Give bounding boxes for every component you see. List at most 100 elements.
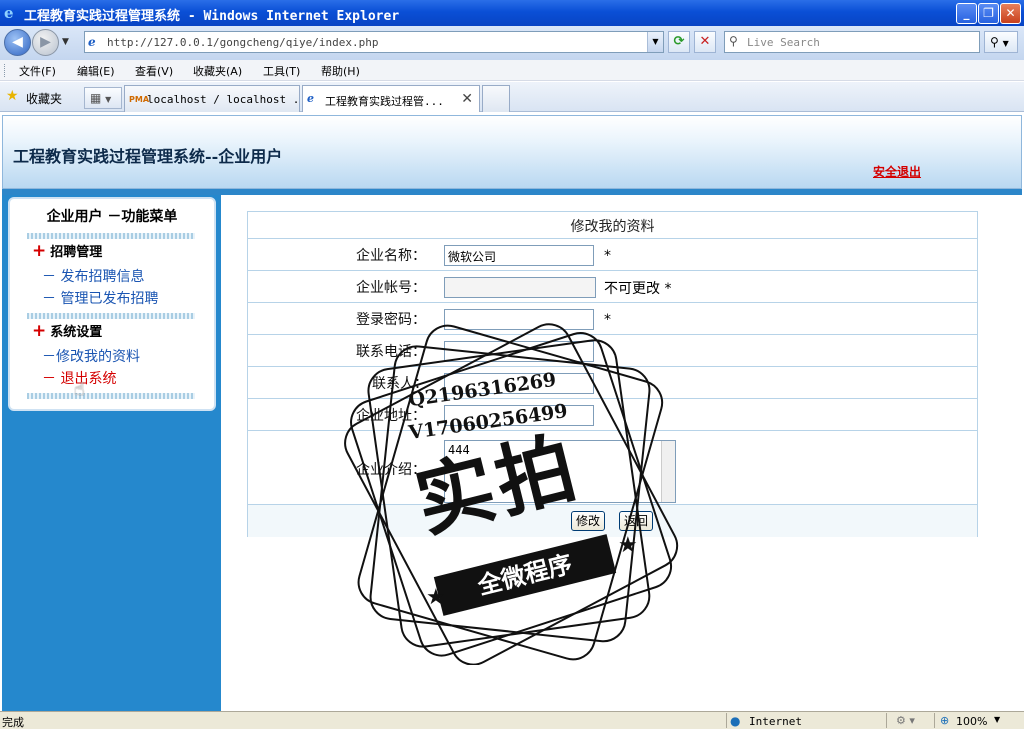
submit-button[interactable]: 修改: [571, 511, 606, 531]
tab-label: 工程教育实践过程管...: [325, 95, 444, 108]
safe-logout-link[interactable]: 安全退出: [873, 163, 921, 180]
window-title: 工程教育实践过程管理系统 - Windows Internet Explorer: [24, 9, 400, 24]
intro-textarea[interactable]: 444: [444, 440, 676, 503]
button-row: [248, 505, 977, 537]
zoom-level[interactable]: 100%: [956, 715, 987, 728]
group-label: 系统设置: [50, 325, 103, 340]
tab-phpmyadmin[interactable]: PMA localhost / localhost ...: [124, 85, 313, 112]
window-title-bar[interactable]: e 工程教育实践过程管理系统 - Windows Internet Explor…: [0, 0, 1024, 26]
ie-logo-icon: e: [4, 4, 14, 22]
password-label: 登录密码：: [356, 312, 426, 328]
grid-icon: ▦: [90, 91, 102, 105]
address-toolbar: ◀ ▶ ▼ e http://127.0.0.1/gongcheng/qiye/…: [0, 26, 1024, 60]
back-button-form[interactable]: 返回: [619, 511, 654, 531]
search-options-icon: ▼: [1002, 39, 1009, 48]
company-account-label: 企业帐号：: [356, 280, 426, 296]
textarea-scrollbar[interactable]: [661, 441, 675, 502]
ie-page-icon: e: [307, 92, 314, 105]
profile-form: 修改我的资料 企业名称： 微软公司 * 企业帐号： 不可更改 * 登录密码： *…: [247, 211, 978, 537]
sidebar: 企业用户 －功能菜单 + 招聘管理 － 发布招聘信息 － 管理已发布招聘 + 系统设…: [2, 195, 221, 711]
zoom-dropdown-icon[interactable]: ▼: [994, 715, 1000, 724]
close-window-button[interactable]: ✕: [1000, 3, 1021, 24]
form-title: 修改我的资料: [570, 219, 655, 235]
watermark-star-icon: ★: [426, 585, 446, 610]
password-input[interactable]: [444, 309, 594, 330]
search-placeholder: Live Search: [747, 36, 820, 49]
tab-label: localhost / localhost ...: [147, 93, 313, 106]
menu-tools[interactable]: 工具(T): [263, 63, 300, 79]
menu-file[interactable]: 文件(F): [19, 63, 56, 79]
menu-divider: [27, 233, 195, 239]
form-title-row: 修改我的资料: [248, 212, 977, 239]
status-separator: [726, 713, 727, 728]
minimize-button[interactable]: _: [956, 3, 977, 24]
group-label: 招聘管理: [50, 245, 103, 260]
new-tab-button[interactable]: [482, 85, 510, 112]
status-separator: [934, 713, 935, 728]
url-text: http://127.0.0.1/gongcheng/qiye/index.ph…: [107, 36, 379, 49]
contact-input[interactable]: [444, 373, 594, 394]
internet-zone-icon: ●: [730, 714, 741, 728]
readonly-note: 不可更改 *: [604, 281, 672, 297]
phone-label: 联系电话：: [356, 344, 426, 360]
menu-favorites[interactable]: 收藏夹(A): [193, 63, 242, 79]
search-input[interactable]: ⚲ Live Search: [724, 31, 980, 53]
tab-bar: ★ 收藏夹 ▦ ▼ PMA localhost / localhost ... …: [0, 82, 1024, 112]
manage-jobs-link[interactable]: － 管理已发布招聘: [42, 288, 158, 308]
address-input[interactable]: e http://127.0.0.1/gongcheng/qiye/index.…: [84, 31, 664, 53]
menu-edit[interactable]: 编辑(E): [77, 63, 115, 79]
protected-mode-icon[interactable]: ⚙ ▾: [896, 714, 915, 727]
company-name-label: 企业名称：: [356, 248, 426, 264]
forward-button[interactable]: ▶: [32, 29, 59, 56]
menu-divider: [27, 393, 195, 399]
close-tab-icon[interactable]: ✕: [461, 91, 473, 107]
search-button[interactable]: ⚲ ▼: [984, 31, 1018, 53]
maximize-button[interactable]: ❐: [978, 3, 999, 24]
menu-help[interactable]: 帮助(H): [321, 63, 360, 79]
stop-button[interactable]: ✕: [694, 31, 716, 53]
contact-label: 联系人：: [372, 376, 428, 392]
system-title: 工程教育实践过程管理系统--企业用户: [13, 147, 283, 166]
required-mark: *: [604, 312, 611, 328]
favorites-star-icon[interactable]: ★: [6, 88, 19, 104]
edit-profile-link[interactable]: －修改我的资料: [42, 346, 140, 366]
phone-input[interactable]: [444, 341, 594, 362]
address-input-field[interactable]: [444, 405, 594, 426]
required-mark: *: [604, 248, 611, 264]
hand-cursor-icon: ☝: [74, 379, 85, 400]
phpmyadmin-icon: PMA: [129, 95, 150, 104]
search-provider-icon: ⚲: [729, 34, 738, 48]
menu-group-recruitment[interactable]: + 招聘管理: [32, 241, 102, 261]
status-separator: [886, 713, 887, 728]
intro-text: 444: [448, 443, 470, 457]
intro-label: 企业介绍：: [356, 462, 426, 478]
menu-view[interactable]: 查看(V): [135, 63, 173, 79]
back-button[interactable]: ◀: [4, 29, 31, 56]
address-dropdown-icon[interactable]: ▼: [647, 32, 663, 52]
quick-tabs-button[interactable]: ▦ ▼: [84, 87, 122, 109]
security-zone: Internet: [749, 715, 802, 728]
search-icon: ⚲: [990, 35, 999, 49]
plus-icon: +: [32, 241, 47, 261]
toolbar-grip: [4, 64, 7, 77]
menu-title: 企业用户 －功能菜单: [46, 209, 178, 225]
status-bar: 完成 ● Internet ⚙ ▾ ⊕ 100% ▼: [0, 711, 1024, 729]
watermark-banner: 全微程序: [433, 534, 617, 616]
tab-current[interactable]: e 工程教育实践过程管... ✕: [302, 85, 480, 112]
page-header: 工程教育实践过程管理系统--企业用户 安全退出: [2, 115, 1022, 189]
favorites-button[interactable]: 收藏夹: [26, 90, 62, 107]
company-account-input[interactable]: [444, 277, 596, 298]
publish-job-link[interactable]: － 发布招聘信息: [42, 266, 144, 286]
menu-group-settings[interactable]: + 系统设置: [32, 321, 102, 341]
company-name-input[interactable]: 微软公司: [444, 245, 594, 266]
page-icon: e: [88, 35, 96, 49]
plus-icon: +: [32, 321, 47, 341]
refresh-button[interactable]: ⟳: [668, 31, 690, 53]
function-menu: 企业用户 －功能菜单 + 招聘管理 － 发布招聘信息 － 管理已发布招聘 + 系统设…: [8, 197, 216, 411]
web-page: 工程教育实践过程管理系统--企业用户 安全退出 企业用户 －功能菜单 + 招聘管理…: [0, 113, 1024, 711]
status-text: 完成: [2, 716, 24, 729]
history-dropdown-icon[interactable]: ▼: [62, 37, 69, 47]
zoom-icon[interactable]: ⊕: [940, 714, 949, 727]
menu-bar: 文件(F) 编辑(E) 查看(V) 收藏夹(A) 工具(T) 帮助(H): [0, 60, 1024, 81]
tab-list-dropdown-icon[interactable]: ▼: [105, 95, 111, 104]
